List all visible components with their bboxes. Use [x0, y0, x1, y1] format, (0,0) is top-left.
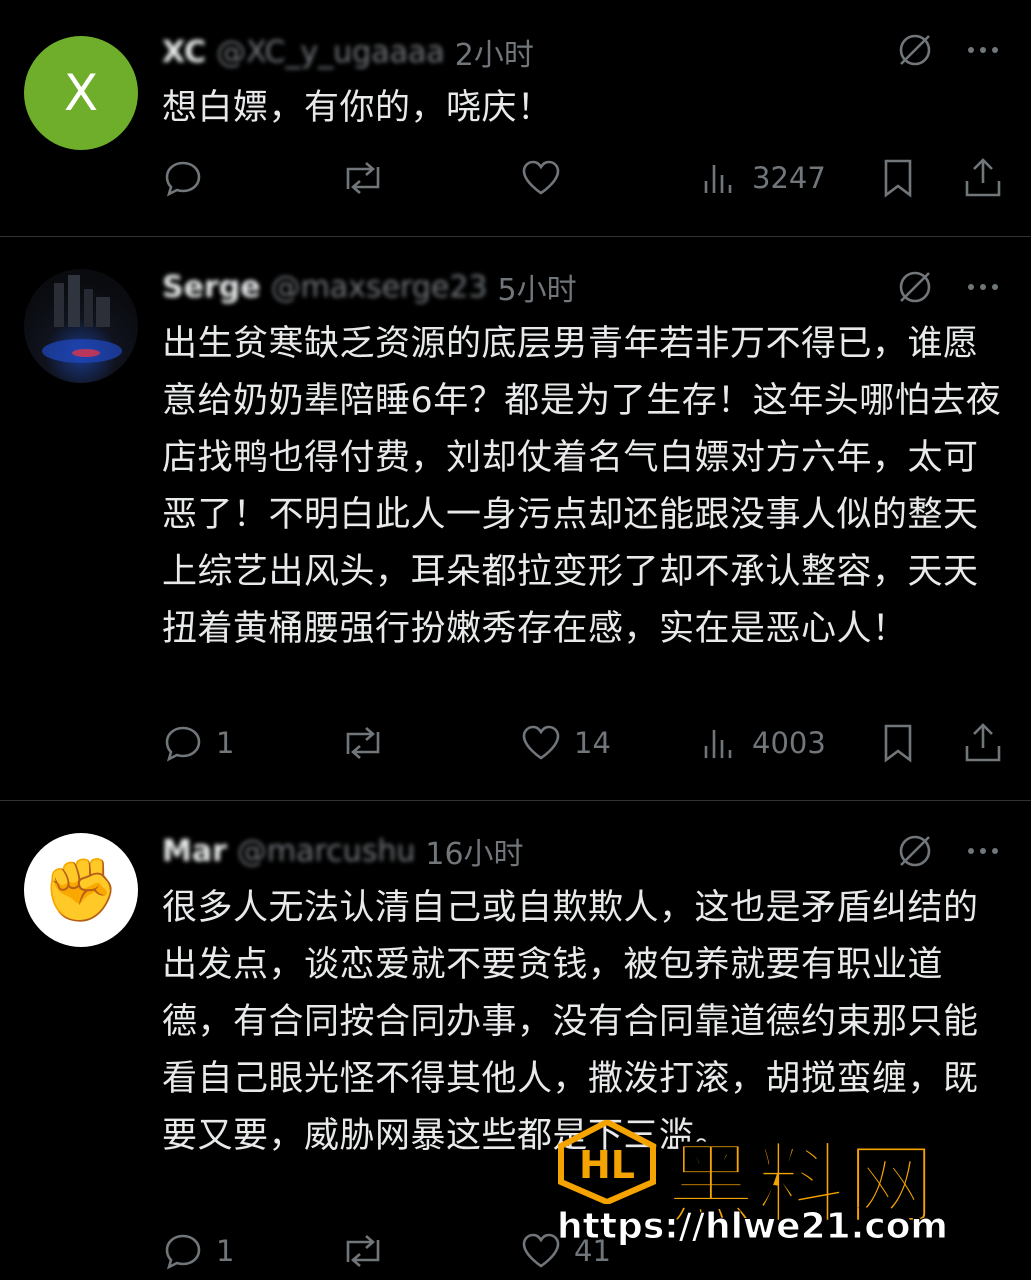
- timestamp[interactable]: 2小时: [455, 30, 534, 74]
- more-icon[interactable]: [963, 267, 1003, 307]
- tweet-1[interactable]: X XC @XC_y_ugaaaa 2小时 想白嫖，有你的，哓庆！ 3247: [0, 0, 1031, 236]
- reply-count: 1: [216, 726, 235, 760]
- like-icon: [522, 725, 560, 760]
- reply-icon: [165, 726, 201, 762]
- more-icon[interactable]: [963, 30, 1003, 70]
- user-handle[interactable]: @XC_y_ugaaaa: [216, 35, 445, 70]
- watermark-url: https://hlwe21.com: [557, 1206, 949, 1248]
- timestamp[interactable]: 16小时: [425, 829, 523, 873]
- retweet-button[interactable]: [340, 722, 398, 764]
- view-count: 3247: [752, 161, 826, 195]
- watermark-logo-icon: HL: [558, 1120, 656, 1204]
- like-button[interactable]: [520, 157, 574, 199]
- bookmark-button[interactable]: [878, 157, 918, 199]
- retweet-icon: [346, 1235, 380, 1267]
- views-button[interactable]: 4003: [700, 722, 826, 764]
- reply-button[interactable]: 1: [162, 1230, 234, 1272]
- share-button[interactable]: [962, 157, 1004, 199]
- tweet-header: Serge @maxserge23 5小时: [162, 263, 577, 311]
- bookmark-button[interactable]: [878, 722, 918, 764]
- avatar[interactable]: [24, 269, 138, 383]
- view-count: 4003: [752, 726, 826, 760]
- retweet-button[interactable]: [340, 157, 398, 199]
- svg-text:HL: HL: [579, 1143, 635, 1187]
- views-icon: [704, 730, 732, 758]
- reply-icon: [165, 1234, 201, 1270]
- bookmark-icon: [884, 159, 912, 198]
- bookmark-icon: [884, 724, 912, 763]
- timestamp[interactable]: 5小时: [498, 265, 577, 309]
- tweet-text: 想白嫖，有你的，哓庆！: [162, 88, 553, 128]
- like-button[interactable]: 14: [520, 722, 611, 764]
- tweet-actions: 3247: [162, 156, 1003, 200]
- display-name[interactable]: Mar: [162, 834, 227, 869]
- like-icon: [522, 1233, 560, 1268]
- share-icon: [965, 723, 1001, 762]
- grok-icon[interactable]: [895, 831, 935, 871]
- display-name[interactable]: Serge: [162, 270, 261, 305]
- retweet-button[interactable]: [340, 1230, 398, 1272]
- tweet-header: XC @XC_y_ugaaaa 2小时: [162, 28, 534, 76]
- tweet-actions: 1 14 4003: [162, 721, 1003, 765]
- tweet-2[interactable]: Serge @maxserge23 5小时 出生贫寒缺乏资源的底层男青年若非万不…: [0, 237, 1031, 799]
- reply-icon: [165, 161, 201, 197]
- avatar-letter: X: [63, 64, 99, 122]
- share-icon: [965, 158, 1001, 197]
- retweet-icon: [346, 727, 380, 759]
- views-icon: [704, 165, 732, 193]
- raised-fist-icon: ✊: [42, 853, 120, 926]
- tweet-header: Mar @marcushu 16小时: [162, 827, 524, 875]
- user-handle[interactable]: @maxserge23: [271, 270, 488, 305]
- like-icon: [522, 160, 560, 195]
- grok-icon[interactable]: [895, 267, 935, 307]
- reply-button[interactable]: [162, 157, 216, 199]
- watermark: HL 黑料网 https://hlwe21.com: [557, 1114, 1007, 1254]
- views-button[interactable]: 3247: [700, 157, 826, 199]
- reply-button[interactable]: 1: [162, 722, 234, 764]
- city-photo: [42, 275, 122, 363]
- avatar[interactable]: ✊: [24, 833, 138, 947]
- avatar[interactable]: X: [24, 36, 138, 150]
- user-handle[interactable]: @marcushu: [237, 834, 415, 869]
- grok-icon[interactable]: [895, 30, 935, 70]
- display-name[interactable]: XC: [162, 35, 206, 70]
- reply-count: 1: [216, 1234, 235, 1268]
- like-count: 14: [574, 726, 611, 760]
- tweet-text: 出生贫寒缺乏资源的底层男青年若非万不得已，谁愿意给奶奶辈陪睡6年？都是为了生存！…: [162, 324, 1002, 649]
- share-button[interactable]: [962, 722, 1004, 764]
- more-icon[interactable]: [963, 831, 1003, 871]
- retweet-icon: [346, 162, 380, 194]
